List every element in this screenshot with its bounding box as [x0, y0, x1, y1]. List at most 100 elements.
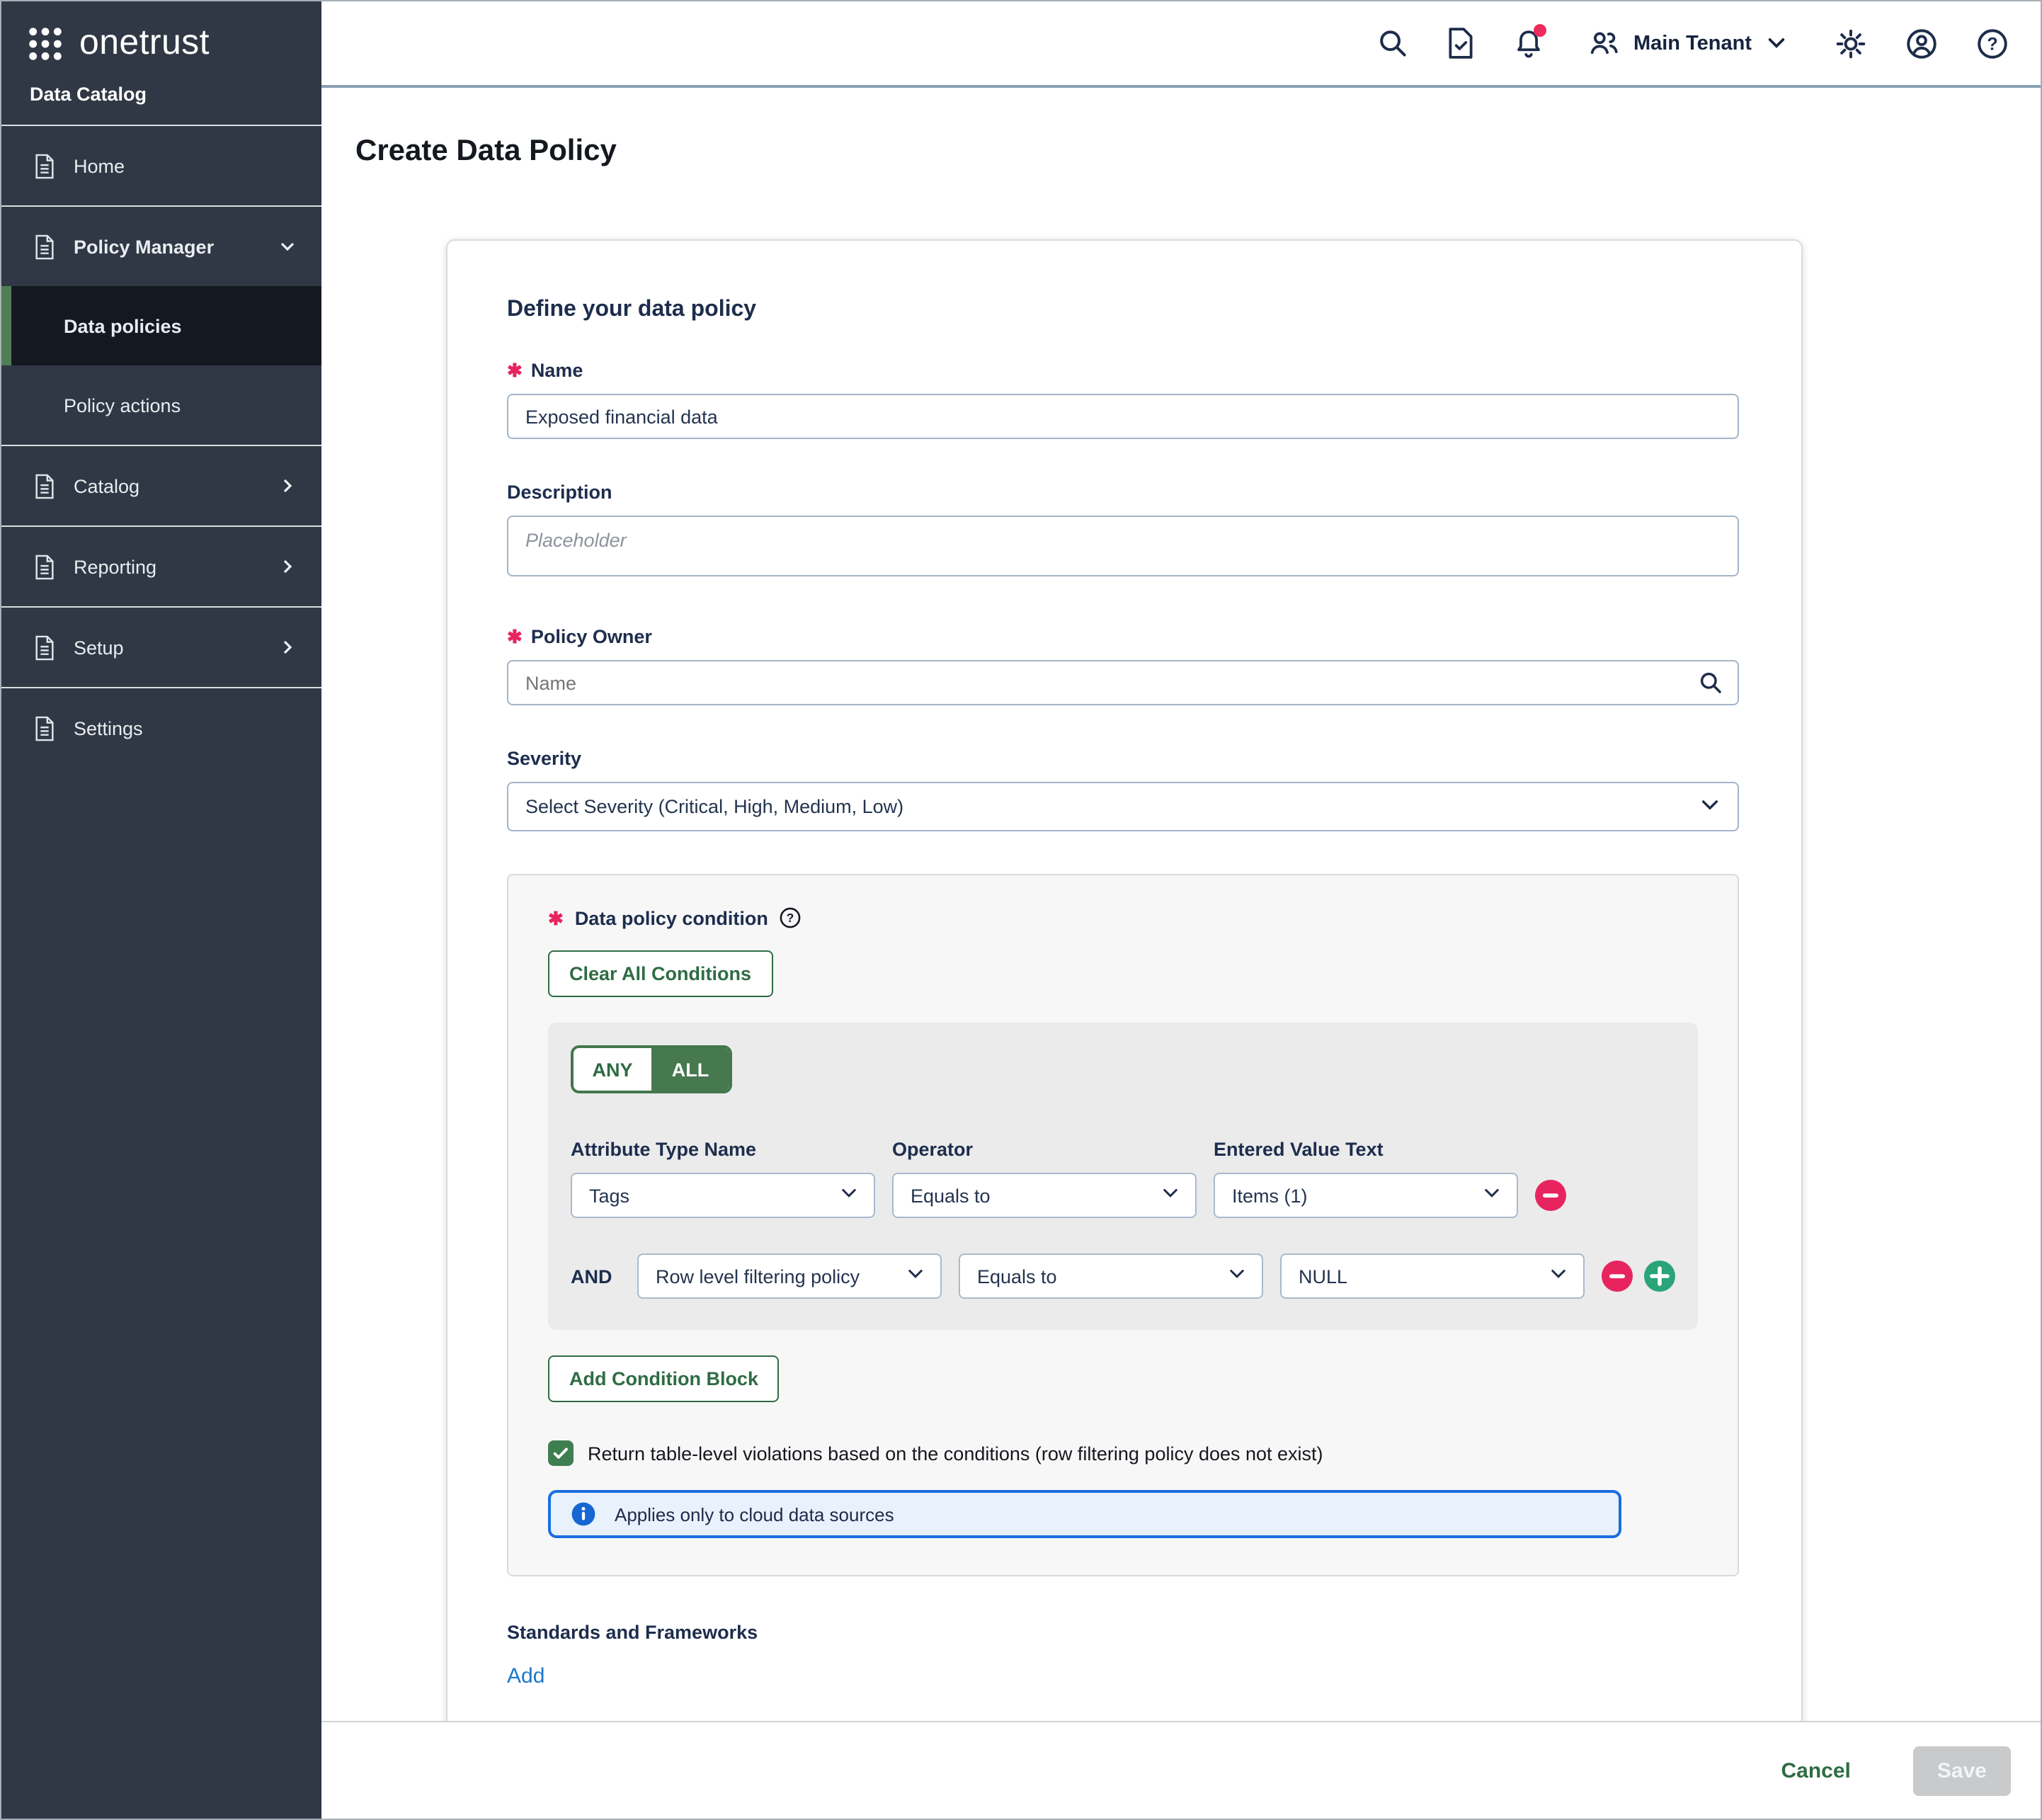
info-banner: Applies only to cloud data sources [548, 1490, 1621, 1538]
required-asterisk: ✱ [507, 627, 523, 646]
sidebar-item-reporting[interactable]: Reporting [1, 527, 321, 606]
brand-wordmark: onetrust [79, 23, 210, 64]
onetrust-dots-logo-icon [27, 25, 64, 62]
tenant-switcher[interactable]: Main Tenant [1588, 27, 1789, 59]
document-icon [33, 553, 57, 580]
page-content: Create Data Policy Define your data poli… [321, 88, 2041, 1721]
sidebar-item-label: Setup [74, 637, 124, 658]
operator-select[interactable]: Equals to [892, 1173, 1197, 1218]
sidebar-item-label: Policy Manager [74, 236, 214, 257]
settings-gear-icon[interactable] [1834, 26, 1868, 60]
save-button[interactable]: Save [1913, 1746, 2011, 1795]
sidebar-item-label: Settings [74, 717, 143, 739]
info-icon [571, 1501, 596, 1527]
sidebar-item-settings[interactable]: Settings [1, 688, 321, 768]
tenant-label: Main Tenant [1633, 32, 1752, 55]
chevron-right-icon [276, 555, 299, 578]
notifications-bell-icon[interactable] [1513, 27, 1546, 59]
add-standards-link[interactable]: Add [507, 1664, 544, 1688]
help-circle-icon[interactable]: ? [780, 906, 802, 929]
chevron-down-icon [1698, 792, 1722, 821]
info-banner-text: Applies only to cloud data sources [615, 1503, 894, 1525]
sidebar-item-data-policies[interactable]: Data policies [1, 286, 321, 365]
document-icon [33, 634, 57, 661]
value-select[interactable]: Items (1) [1214, 1173, 1518, 1218]
product-name: Data Catalog [1, 78, 321, 125]
page-title: Create Data Policy [355, 135, 2041, 169]
chevron-down-icon [276, 235, 299, 258]
name-input[interactable] [507, 394, 1739, 439]
document-icon [33, 715, 57, 741]
value-select[interactable]: NULL [1280, 1253, 1585, 1299]
description-label: Description [507, 482, 1739, 503]
policy-owner-label: ✱ Policy Owner [507, 626, 1739, 647]
name-label: ✱ Name [507, 360, 1739, 381]
condition-label: ✱ Data policy condition ? [548, 906, 1698, 929]
sidebar-item-policy-actions[interactable]: Policy actions [1, 365, 321, 445]
search-icon[interactable] [1377, 27, 1410, 59]
sidebar-item-home[interactable]: Home [1, 126, 321, 205]
top-bar: Main Tenant ? [321, 1, 2041, 88]
main-area: Main Tenant ? [321, 1, 2041, 1819]
sidebar-divider [1, 687, 321, 688]
toggle-any[interactable]: ANY [574, 1048, 651, 1091]
condition-block: ANY ALL Attribute Type Name Operator Ent… [548, 1023, 1698, 1330]
add-condition-block-button[interactable]: Add Condition Block [548, 1355, 780, 1402]
brand-logo: onetrust [1, 1, 321, 78]
app-window: onetrust Data Catalog Home Policy Manage… [0, 0, 2042, 1820]
sidebar-item-catalog[interactable]: Catalog [1, 446, 321, 525]
column-attribute-type: Attribute Type Name [571, 1139, 875, 1160]
toggle-all[interactable]: ALL [651, 1048, 729, 1091]
conjunction-label: AND [571, 1266, 606, 1287]
column-entered-value: Entered Value Text [1214, 1139, 1518, 1160]
create-policy-card: Define your data policy ✱ Name Descripti… [446, 239, 1803, 1721]
attribute-select[interactable]: Row level filtering policy [637, 1253, 942, 1299]
sidebar-item-label: Home [74, 155, 125, 176]
help-icon[interactable]: ? [1975, 26, 2009, 60]
document-icon [33, 472, 57, 499]
operator-select[interactable]: Equals to [959, 1253, 1263, 1299]
severity-select[interactable]: Select Severity (Critical, High, Medium,… [507, 782, 1739, 831]
clear-all-conditions-button[interactable]: Clear All Conditions [548, 950, 772, 997]
sidebar-divider [1, 125, 321, 126]
search-icon[interactable] [1698, 670, 1723, 695]
sidebar-item-setup[interactable]: Setup [1, 608, 321, 687]
document-check-icon[interactable] [1447, 27, 1476, 59]
condition-row: AND Row level filtering policy Equals to [571, 1253, 1675, 1299]
column-operator: Operator [892, 1139, 1197, 1160]
description-textarea[interactable] [507, 516, 1739, 576]
svg-text:?: ? [787, 911, 795, 925]
severity-field-group: Severity Select Severity (Critical, High… [507, 748, 1739, 831]
condition-column-headers: Attribute Type Name Operator Entered Val… [571, 1139, 1675, 1160]
sidebar-item-label: Data policies [64, 315, 182, 336]
remove-condition-icon[interactable] [1602, 1261, 1633, 1292]
any-all-toggle: ANY ALL [571, 1045, 732, 1093]
remove-condition-icon[interactable] [1535, 1180, 1566, 1211]
chevron-right-icon [276, 474, 299, 497]
cancel-button[interactable]: Cancel [1773, 1757, 1859, 1784]
chevron-right-icon [276, 636, 299, 659]
policy-owner-field-group: ✱ Policy Owner [507, 626, 1739, 705]
checkbox-checked-icon[interactable] [548, 1440, 574, 1466]
account-icon[interactable] [1905, 26, 1939, 60]
sidebar-divider [1, 205, 321, 207]
chevron-down-icon [1160, 1183, 1181, 1208]
table-level-violations-checkbox-row[interactable]: Return table-level violations based on t… [548, 1440, 1698, 1466]
chevron-down-icon [1481, 1183, 1502, 1208]
chevron-down-icon [1764, 31, 1789, 55]
chevron-down-icon [1226, 1263, 1248, 1289]
add-condition-icon[interactable] [1644, 1261, 1675, 1292]
policy-owner-input[interactable] [507, 660, 1739, 705]
name-field-group: ✱ Name [507, 360, 1739, 439]
severity-value: Select Severity (Critical, High, Medium,… [525, 796, 903, 817]
sidebar: onetrust Data Catalog Home Policy Manage… [1, 1, 321, 1819]
sidebar-item-policy-manager[interactable]: Policy Manager [1, 207, 321, 286]
standards-frameworks-label: Standards and Frameworks [507, 1622, 1739, 1643]
data-policy-condition-panel: ✱ Data policy condition ? Clear All Cond… [507, 874, 1739, 1576]
attribute-select[interactable]: Tags [571, 1173, 875, 1218]
section-heading: Define your data policy [507, 297, 1739, 323]
sidebar-item-label: Policy actions [64, 394, 181, 416]
svg-text:?: ? [1987, 34, 1997, 54]
chevron-down-icon [838, 1183, 860, 1208]
document-icon [33, 152, 57, 179]
